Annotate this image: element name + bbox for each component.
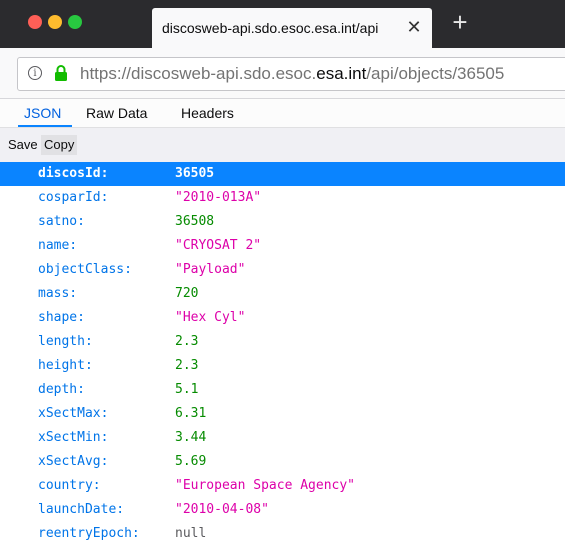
viewer-tab-bar: JSON Raw Data Headers (0, 99, 565, 128)
json-value: null (175, 526, 207, 541)
minimize-window-button[interactable] (48, 15, 62, 29)
json-row[interactable]: xSectMin: 3.44 (0, 426, 565, 450)
navigation-bar: i https://discosweb-api.sdo.esoc.esa.int… (0, 48, 565, 99)
json-value: 2.3 (175, 334, 199, 349)
json-key: objectClass: (38, 262, 132, 277)
json-value: "European Space Agency" (175, 478, 356, 493)
json-key: xSectMax: (38, 406, 109, 421)
json-key: xSectMin: (38, 430, 109, 445)
json-key: cosparId: (38, 190, 109, 205)
json-row[interactable]: country: "European Space Agency" (0, 474, 565, 498)
json-key: country: (38, 478, 101, 493)
json-value: "CRYOSAT 2" (175, 238, 262, 253)
json-row[interactable]: shape: "Hex Cyl" (0, 306, 565, 330)
copy-button[interactable]: Copy (41, 135, 78, 155)
maximize-window-button[interactable] (68, 15, 82, 29)
json-key: reentryEpoch: (38, 526, 140, 541)
json-key: mass: (38, 286, 78, 301)
json-toolbar: Save Copy (0, 128, 565, 163)
json-row[interactable]: length: 2.3 (0, 330, 565, 354)
json-row[interactable]: xSectMax: 6.31 (0, 402, 565, 426)
json-row[interactable]: name: "CRYOSAT 2" (0, 234, 565, 258)
json-row[interactable]: height: 2.3 (0, 354, 565, 378)
json-row[interactable]: launchDate: "2010-04-08" (0, 498, 565, 522)
json-key: length: (38, 334, 93, 349)
save-button[interactable]: Save (5, 135, 41, 155)
json-value: 5.69 (175, 454, 207, 469)
info-icon[interactable]: i (28, 66, 42, 80)
url-path: /api/objects/36505 (366, 64, 505, 83)
json-value: "2010-013A" (175, 190, 262, 205)
browser-tab[interactable]: discosweb-api.sdo.esoc.esa.int/api ✕ (152, 8, 432, 48)
tab-raw-data[interactable]: Raw Data (86, 99, 147, 127)
close-window-button[interactable] (28, 15, 42, 29)
json-value: "Hex Cyl" (175, 310, 246, 325)
url-host: esa.int (316, 64, 367, 83)
json-row[interactable]: satno: 36508 (0, 210, 565, 234)
url-prefix: https://discosweb-api.sdo.esoc. (80, 64, 317, 83)
json-key: depth: (38, 382, 85, 397)
json-value: 720 (175, 286, 199, 301)
json-key: name: (38, 238, 78, 253)
active-tab-indicator (18, 125, 72, 127)
lock-icon (55, 65, 67, 81)
json-row[interactable]: cosparId: "2010-013A" (0, 186, 565, 210)
json-value: "2010-04-08" (175, 502, 269, 517)
json-row[interactable]: depth: 5.1 (0, 378, 565, 402)
json-key: satno: (38, 214, 85, 229)
json-row[interactable]: objectClass: "Payload" (0, 258, 565, 282)
json-row[interactable]: reentryEpoch: null (0, 522, 565, 546)
json-row[interactable]: xSectAvg: 5.69 (0, 450, 565, 474)
json-value: 5.1 (175, 382, 199, 397)
json-row[interactable]: discosId: 36505 (0, 162, 565, 186)
json-key: height: (38, 358, 93, 373)
json-key: xSectAvg: (38, 454, 109, 469)
json-key: launchDate: (38, 502, 125, 517)
json-key: discosId: (38, 166, 109, 181)
tab-title: discosweb-api.sdo.esoc.esa.int/api (162, 20, 379, 36)
json-value: 36505 (175, 166, 215, 181)
tab-headers[interactable]: Headers (181, 99, 234, 127)
json-value: 6.31 (175, 406, 207, 421)
url-bar[interactable]: i https://discosweb-api.sdo.esoc.esa.int… (17, 57, 565, 91)
json-value: 3.44 (175, 430, 207, 445)
new-tab-button[interactable]: + (448, 8, 472, 36)
json-value: 2.3 (175, 358, 199, 373)
json-key: shape: (38, 310, 85, 325)
json-value: "Payload" (175, 262, 246, 277)
tab-close-icon[interactable]: ✕ (404, 17, 424, 37)
json-tree: discosId: 36505 cosparId: "2010-013A" satno:… (0, 162, 565, 546)
tab-json[interactable]: JSON (24, 99, 61, 127)
json-row[interactable]: mass: 720 (0, 282, 565, 306)
url-text: https://discosweb-api.sdo.esoc.esa.int/a… (80, 64, 504, 84)
window-titlebar: discosweb-api.sdo.esoc.esa.int/api ✕ + (0, 0, 565, 48)
json-value: 36508 (175, 214, 215, 229)
